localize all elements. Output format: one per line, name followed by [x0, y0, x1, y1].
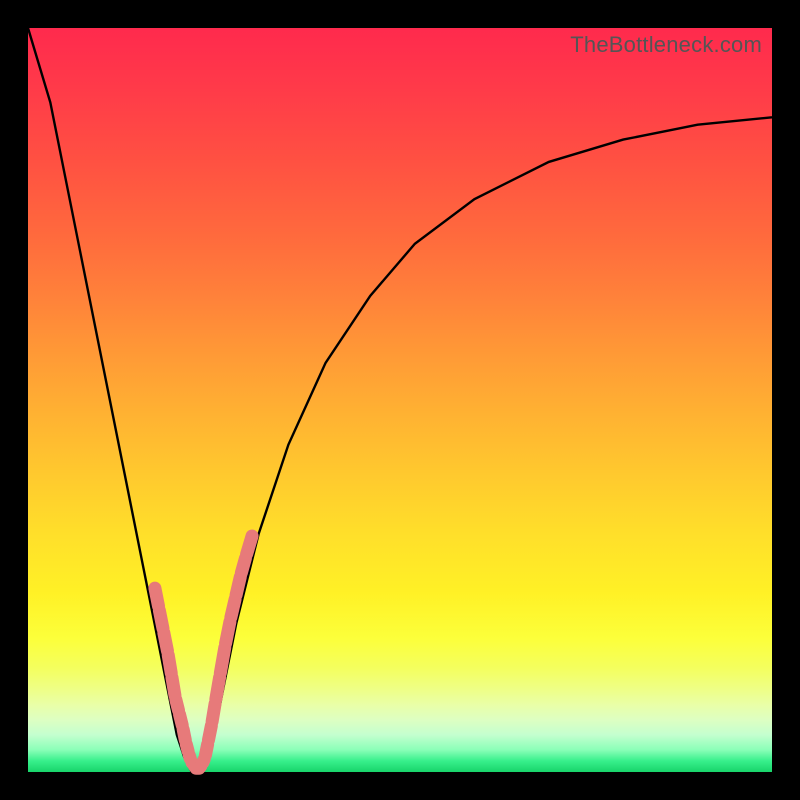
highlight-segment — [155, 588, 159, 606]
highlight-points-group — [155, 536, 252, 768]
highlight-segment — [236, 577, 240, 595]
highlight-segment — [216, 677, 220, 699]
highlight-segment — [159, 610, 163, 628]
highlight-segment — [220, 648, 224, 673]
chart-frame: TheBottleneck.com — [0, 0, 800, 800]
highlight-segment — [212, 703, 215, 721]
highlight-segment — [226, 622, 230, 644]
highlight-segment — [172, 677, 175, 695]
highlight-segment — [231, 599, 235, 617]
plot-area: TheBottleneck.com — [28, 28, 772, 772]
highlight-segment — [208, 726, 211, 740]
bottleneck-curve-path — [28, 28, 772, 772]
chart-svg — [28, 28, 772, 772]
highlight-segment — [164, 633, 168, 651]
highlight-segment — [168, 655, 171, 673]
highlight-segment — [241, 558, 245, 572]
highlight-segment — [247, 536, 252, 554]
